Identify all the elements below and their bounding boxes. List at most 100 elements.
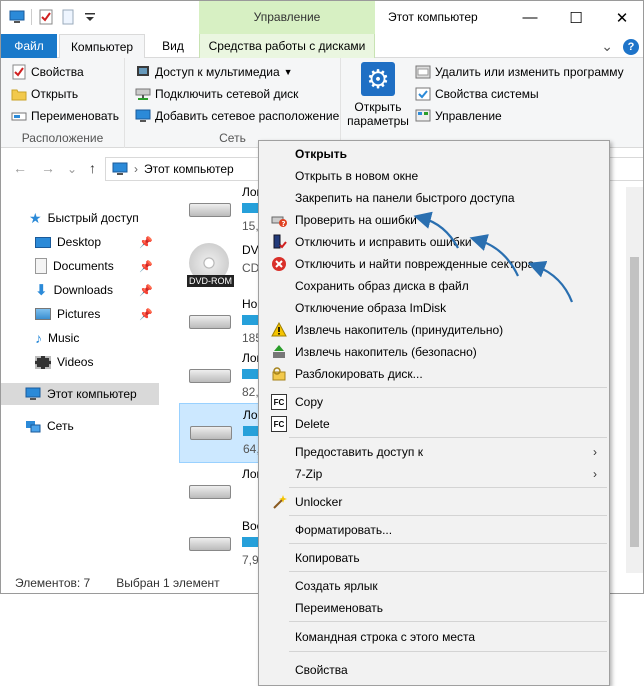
customize-toolbar-icon[interactable] <box>82 9 98 25</box>
menu-open[interactable]: Открыть <box>261 143 607 165</box>
menu-create-shortcut[interactable]: Создать ярлык <box>261 575 607 597</box>
pin-icon[interactable]: 📌 <box>139 284 153 297</box>
menu-pin-quick-access-label: Закрепить на панели быстрого доступа <box>295 191 515 205</box>
ribbon-tabs: Файл Компьютер Вид Средства работы с дис… <box>1 34 643 59</box>
menu-rename-label: Переименовать <box>295 601 383 615</box>
manage-context-header: Управление <box>199 1 375 34</box>
menu-unlocker-label: Unlocker <box>295 495 343 509</box>
recent-locations-button[interactable]: ⌄ <box>67 162 77 176</box>
ribbon-properties-button[interactable]: Свойства <box>11 62 84 82</box>
tab-disk-tools[interactable]: Средства работы с дисками <box>199 34 375 58</box>
menu-pin-quick-access[interactable]: Закрепить на панели быстрого доступа <box>261 187 607 209</box>
open-settings-button[interactable]: ⚙ Открыть параметры <box>347 62 409 128</box>
menu-7zip-label: 7-Zip <box>295 467 323 481</box>
ribbon-uninstall-button[interactable]: Удалить или изменить программу <box>415 62 624 82</box>
nav-pictures[interactable]: Pictures 📌 <box>1 303 159 325</box>
up-button[interactable]: ↑ <box>89 160 96 176</box>
status-selected: Выбран 1 элемент <box>116 576 220 590</box>
menu-copy-label: Копировать <box>295 551 360 565</box>
menu-separator <box>289 437 607 438</box>
ribbon-map-drive-button[interactable]: Подключить сетевой диск <box>135 84 298 104</box>
menu-save-disk-image[interactable]: Сохранить образ диска в файл <box>261 275 607 297</box>
menu-share-with-label: Предоставить доступ к <box>295 445 423 459</box>
ribbon-group-location: Свойства Открыть Переименовать Расположе… <box>1 58 125 148</box>
nav-videos[interactable]: Videos <box>1 351 159 373</box>
minimize-button[interactable]: — <box>507 1 553 34</box>
title-bar: Управление Этот компьютер — ☐ ✕ <box>1 1 643 34</box>
menu-unmount-imdisk-label: Отключение образа ImDisk <box>295 301 447 315</box>
menu-fix-errors[interactable]: Отключить и исправить ошибки <box>261 231 607 253</box>
tab-computer[interactable]: Компьютер <box>59 34 145 59</box>
quick-access-toolbar <box>9 9 98 25</box>
back-button[interactable]: ← <box>13 160 27 176</box>
scrollbar-thumb[interactable] <box>630 257 639 547</box>
close-button[interactable]: ✕ <box>599 1 643 34</box>
ribbon-rename-button[interactable]: Переименовать <box>11 106 119 126</box>
open-settings-label-1: Открыть <box>354 100 402 114</box>
nav-desktop[interactable]: Desktop 📌 <box>1 231 159 253</box>
nav-this-pc[interactable]: Этот компьютер <box>1 383 159 405</box>
address-separator: › <box>134 162 138 176</box>
menu-eject-force-label: Извлечь накопитель (принудительно) <box>295 323 504 337</box>
tab-view[interactable]: Вид <box>151 34 195 58</box>
menu-check-errors[interactable]: ? Проверить на ошибки <box>261 209 607 231</box>
context-menu: Открыть Открыть в новом окне Закрепить н… <box>258 140 610 686</box>
ribbon: Свойства Открыть Переименовать Расположе… <box>1 58 643 148</box>
menu-find-bad-sectors[interactable]: Отключить и найти поврежденные сектора <box>261 253 607 275</box>
disk-fix-icon <box>271 234 287 250</box>
menu-eject-force[interactable]: Извлечь накопитель (принудительно) <box>261 319 607 341</box>
menu-unlock-drive[interactable]: Разблокировать диск... <box>261 363 607 385</box>
help-icon[interactable]: ? <box>623 38 639 55</box>
menu-save-disk-image-label: Сохранить образ диска в файл <box>295 279 469 293</box>
nav-quick-access[interactable]: ★ Быстрый доступ <box>1 207 159 229</box>
ribbon-manage-button[interactable]: Управление <box>415 106 502 126</box>
network-drive-icon <box>135 88 151 100</box>
maximize-button[interactable]: ☐ <box>553 1 599 34</box>
menu-fc-copy[interactable]: FC Copy <box>261 391 607 413</box>
menu-unlocker[interactable]: Unlocker <box>261 491 607 513</box>
tab-file[interactable]: Файл <box>1 34 57 58</box>
nav-pictures-label: Pictures <box>57 307 101 321</box>
ribbon-expand-icon[interactable]: ⌄ <box>601 38 613 55</box>
menu-properties[interactable]: Свойства <box>261 659 607 681</box>
ribbon-rename-label: Переименовать <box>31 109 119 123</box>
menu-fc-delete[interactable]: FC Delete <box>261 413 607 435</box>
ribbon-media-access-button[interactable]: Доступ к мультимедиа ▼ <box>135 62 293 82</box>
nav-downloads[interactable]: ⬇ Downloads 📌 <box>1 279 159 301</box>
ribbon-add-location-label: Добавить сетевое расположение <box>155 109 340 123</box>
ribbon-open-button[interactable]: Открыть <box>11 84 78 104</box>
vertical-scrollbar[interactable] <box>626 187 643 573</box>
ribbon-system-props-button[interactable]: Свойства системы <box>415 84 539 104</box>
pin-icon[interactable]: 📌 <box>139 236 153 249</box>
nav-quick-access-label: Быстрый доступ <box>47 211 139 225</box>
ribbon-group-network: Доступ к мультимедиа ▼ Подключить сетево… <box>125 58 341 148</box>
menu-open-new-window[interactable]: Открыть в новом окне <box>261 165 607 187</box>
menu-unmount-imdisk[interactable]: Отключение образа ImDisk <box>261 297 607 319</box>
menu-7zip[interactable]: 7-Zip › <box>261 463 607 485</box>
submenu-arrow-icon: › <box>593 467 597 481</box>
forward-button[interactable]: → <box>41 160 55 176</box>
menu-copy[interactable]: Копировать <box>261 547 607 569</box>
menu-rename[interactable]: Переименовать <box>261 597 607 619</box>
menu-command-prompt[interactable]: Командная строка с этого места <box>261 626 607 648</box>
submenu-arrow-icon: › <box>593 445 597 459</box>
hard-drive-icon <box>189 485 231 499</box>
ribbon-add-location-button[interactable]: Добавить сетевое расположение <box>135 106 339 126</box>
menu-format[interactable]: Форматировать... <box>261 519 607 541</box>
computer-icon[interactable] <box>9 9 25 25</box>
nav-network[interactable]: Сеть <box>1 415 159 437</box>
computer-icon <box>112 162 128 175</box>
new-folder-icon[interactable] <box>60 9 76 25</box>
menu-eject-safe[interactable]: Извлечь накопитель (безопасно) <box>261 341 607 363</box>
open-settings-label-2: параметры <box>347 114 409 128</box>
computer-icon <box>25 387 41 400</box>
pin-icon[interactable]: 📌 <box>139 260 153 273</box>
pin-icon[interactable]: 📌 <box>139 308 153 321</box>
menu-separator <box>289 387 607 388</box>
nav-music[interactable]: ♪ Music <box>1 327 159 349</box>
nav-documents[interactable]: Documents 📌 <box>1 255 159 277</box>
properties-checkmark-icon[interactable] <box>38 9 54 25</box>
fastcopy-icon: FC <box>271 394 287 410</box>
dvd-rom-badge: DVD-ROM <box>187 275 234 287</box>
menu-share-with[interactable]: Предоставить доступ к › <box>261 441 607 463</box>
